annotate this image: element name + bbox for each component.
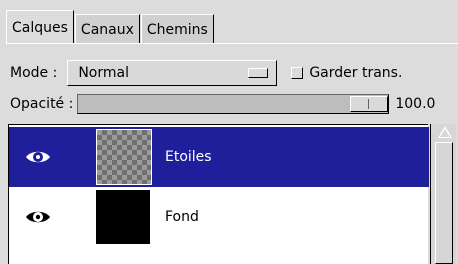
- opacity-label: Opacité :: [10, 96, 74, 112]
- scroll-up-arrow-icon[interactable]: [438, 126, 452, 138]
- mode-value: Normal: [78, 65, 129, 81]
- layer-name: Etoiles: [165, 149, 212, 165]
- opacity-row: Opacité : 100.0: [10, 92, 458, 116]
- scrollbar-thumb[interactable]: [435, 142, 453, 264]
- opacity-value: 100.0: [395, 96, 436, 112]
- mode-label: Mode :: [10, 65, 58, 81]
- keep-transparency-checkbox[interactable]: [291, 67, 304, 79]
- tab-bar: Calques Canaux Chemins: [6, 10, 215, 44]
- eye-icon[interactable]: [25, 149, 51, 165]
- layers-list: Etoiles Fond: [8, 124, 429, 264]
- layers-scrollbar[interactable]: [430, 124, 456, 264]
- tab-label-canaux: Canaux: [80, 21, 134, 38]
- keep-transparency-label: Garder trans.: [309, 65, 403, 81]
- tab-calques[interactable]: Calques: [6, 10, 74, 44]
- tab-divider: [6, 43, 458, 44]
- eye-icon[interactable]: [25, 209, 51, 225]
- keep-transparency-toggle[interactable]: Garder trans.: [291, 65, 402, 81]
- mode-row: Mode : Normal Garder trans.: [10, 60, 402, 86]
- layer-row[interactable]: Etoiles: [9, 127, 429, 187]
- layer-row[interactable]: Fond: [9, 187, 429, 247]
- opacity-slider-handle[interactable]: [350, 96, 389, 112]
- tab-chemins[interactable]: Chemins: [140, 14, 214, 44]
- tab-label-chemins: Chemins: [146, 21, 208, 38]
- layer-thumbnail: [96, 129, 152, 185]
- layer-name: Fond: [165, 209, 199, 225]
- layer-thumbnail: [96, 190, 150, 244]
- dropdown-indicator-icon: [248, 68, 269, 78]
- tab-canaux[interactable]: Canaux: [74, 14, 140, 44]
- mode-dropdown[interactable]: Normal: [67, 60, 278, 86]
- opacity-slider[interactable]: [77, 94, 390, 114]
- tab-label-calques: Calques: [12, 19, 68, 36]
